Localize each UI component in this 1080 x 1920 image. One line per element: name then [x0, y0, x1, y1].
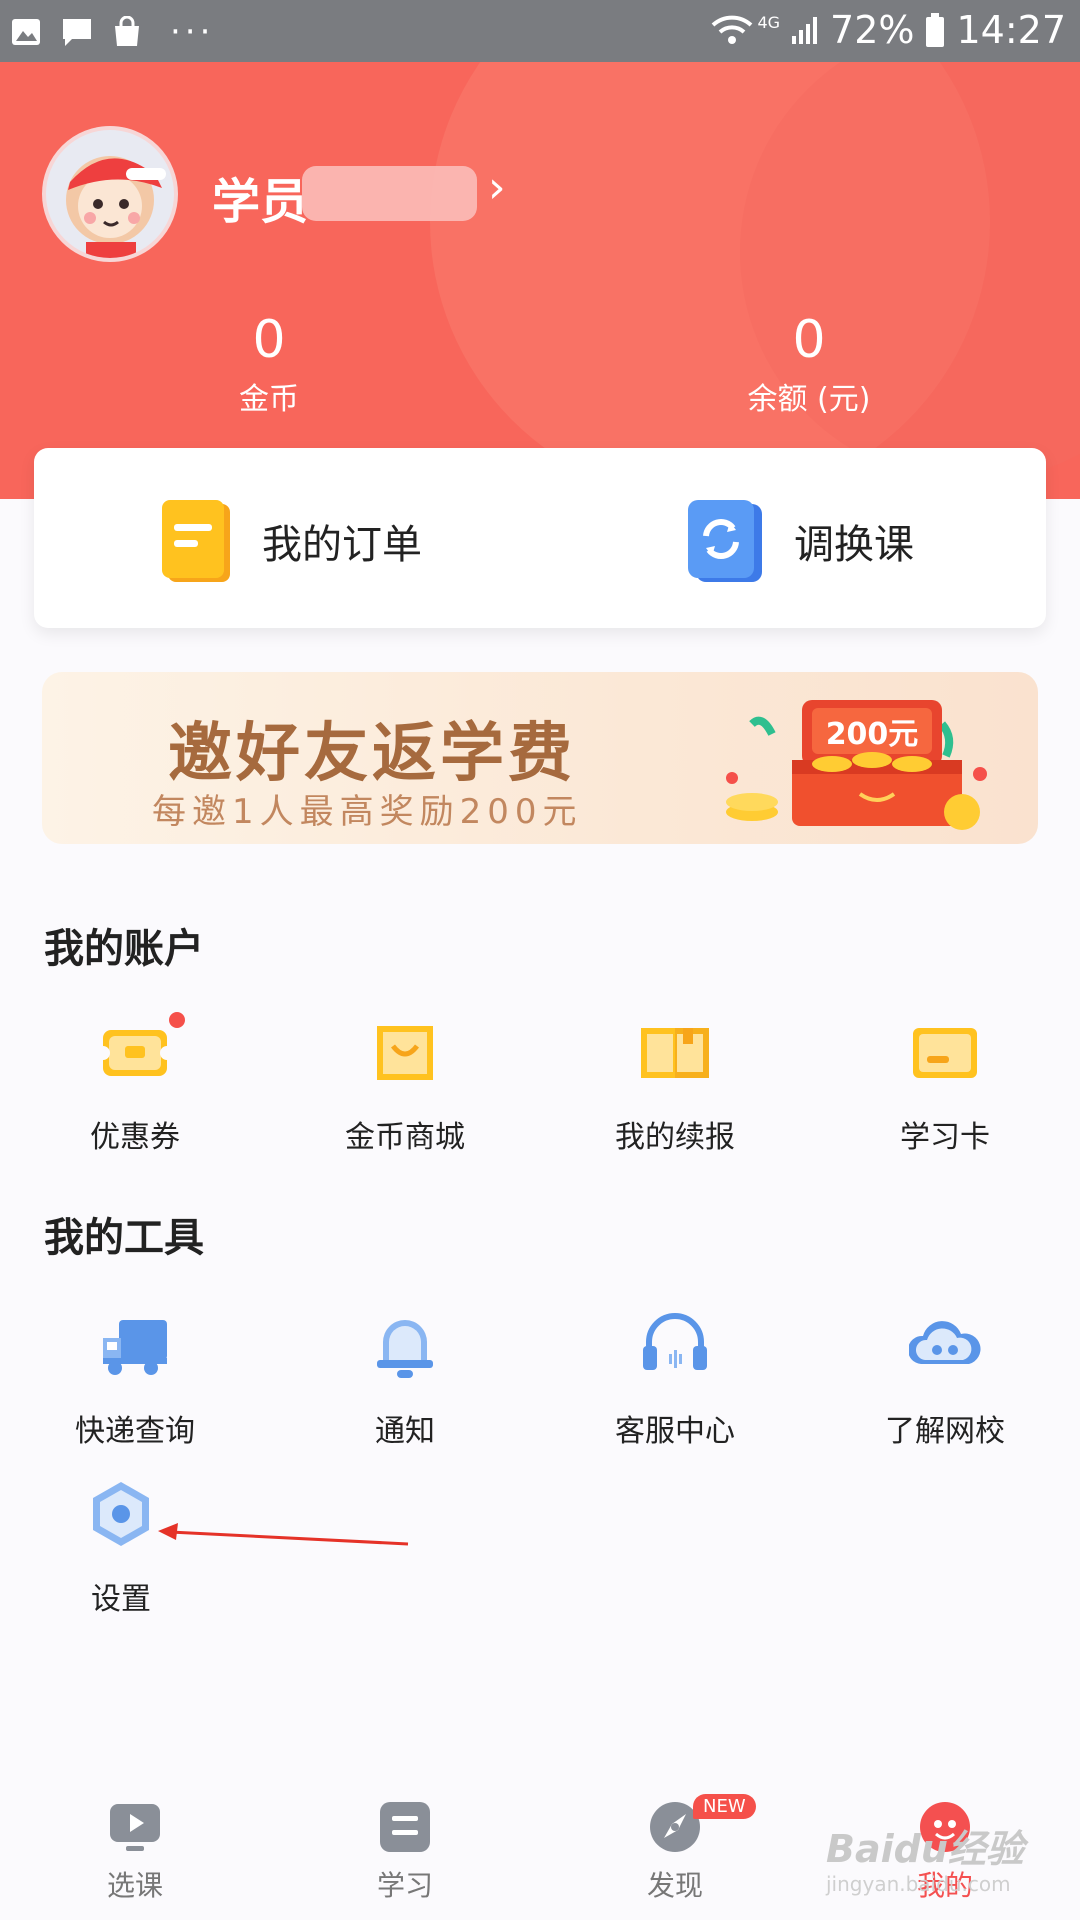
status-right: 4G 72% 14:27 — [711, 8, 1066, 52]
gallery-icon — [12, 19, 40, 45]
order-icon — [162, 500, 230, 582]
play-icon — [110, 1804, 160, 1851]
tab-discover[interactable]: NEW 发现 — [575, 1794, 775, 1904]
shopping-bag-status-icon — [115, 16, 139, 46]
tab-select-course[interactable]: 选课 — [35, 1800, 235, 1904]
customer-service-label: 客服中心 — [615, 1414, 735, 1449]
banner-title: 邀好友返学费 — [168, 717, 576, 791]
cloud-face-icon — [907, 1310, 981, 1382]
watermark-url: jingyan.baidu.com — [826, 1872, 1011, 1896]
tools-section-title: 我的工具 — [44, 1215, 204, 1261]
network-type: 4G — [757, 12, 781, 32]
notification-label: 通知 — [375, 1414, 435, 1449]
chevron-right-icon[interactable]: › — [488, 162, 506, 213]
battery-percent: 72% — [830, 8, 915, 52]
coupon-icon — [96, 1012, 185, 1088]
coins-value: 0 — [252, 310, 286, 370]
profile-header: 学员 › 0 金币 0 余额 (元) — [0, 62, 1080, 499]
settings-label: 设置 — [91, 1582, 151, 1617]
tab-label: 选课 — [106, 1869, 163, 1902]
coin-mall-label: 金币商城 — [345, 1120, 465, 1155]
invite-friends-banner[interactable]: 邀好友返学费 每邀1人最高奖励200元 200元 — [42, 672, 1038, 844]
cell-signal-icon — [792, 17, 818, 44]
clock: 14:27 — [956, 8, 1066, 52]
delivery-query-button[interactable]: 快递查询 — [0, 1310, 270, 1450]
new-badge: NEW — [693, 1794, 756, 1819]
battery-icon — [926, 13, 945, 47]
my-renewal-button[interactable]: 我的续报 — [540, 1016, 810, 1156]
monkey-mascot-icon — [66, 156, 166, 258]
swap-course-icon — [688, 500, 762, 582]
avatar[interactable] — [42, 126, 178, 262]
treasure-chest-icon: 200元 — [726, 700, 987, 830]
message-icon — [63, 19, 91, 46]
banner-badge: 200元 — [826, 717, 919, 752]
my-orders-button[interactable]: 我的订单 — [160, 498, 422, 584]
stat-coins[interactable]: 0 金币 — [144, 312, 394, 418]
balance-value: 0 — [792, 310, 826, 370]
tab-label: 学习 — [376, 1869, 433, 1902]
status-left: ··· — [10, 12, 214, 52]
book-icon — [639, 1016, 711, 1088]
account-section-title: 我的账户 — [44, 926, 204, 972]
banner-subtitle: 每邀1人最高奖励200元 — [152, 792, 583, 832]
username-prefix: 学员 — [212, 174, 309, 230]
settings-hexagon-icon — [85, 1478, 157, 1550]
stat-balance[interactable]: 0 余额 (元) — [684, 312, 934, 418]
my-orders-label: 我的订单 — [262, 522, 422, 568]
more-notifications-icon: ··· — [170, 12, 215, 52]
my-renewal-label: 我的续报 — [615, 1120, 735, 1155]
swap-course-label: 调换课 — [794, 522, 914, 568]
balance-label: 余额 (元) — [747, 382, 871, 417]
notification-button[interactable]: 通知 — [270, 1310, 540, 1450]
delivery-query-label: 快递查询 — [75, 1414, 195, 1449]
notification-dot — [169, 1012, 185, 1028]
about-school-label: 了解网校 — [885, 1414, 1005, 1449]
quick-actions-card: 我的订单 调换课 — [34, 448, 1046, 628]
tab-study[interactable]: 学习 — [305, 1800, 505, 1904]
coupon-label: 优惠券 — [90, 1120, 180, 1155]
study-card-button[interactable]: 学习卡 — [810, 1016, 1080, 1156]
coupon-button[interactable]: 优惠券 — [0, 1012, 270, 1156]
status-bar: ··· 4G 72% 14:27 — [0, 0, 1080, 62]
customer-service-button[interactable]: 客服中心 — [540, 1310, 810, 1450]
card-icon — [909, 1016, 981, 1088]
coins-label: 金币 — [239, 382, 299, 417]
coin-mall-button[interactable]: 金币商城 — [270, 1016, 540, 1156]
wifi-icon — [712, 15, 753, 44]
tab-label: 发现 — [646, 1869, 703, 1902]
shopping-bag-icon — [369, 1016, 441, 1088]
swap-course-button[interactable]: 调换课 — [686, 498, 914, 584]
watermark: Baidu经验 — [826, 1827, 1024, 1871]
settings-button[interactable]: 设置 — [0, 1478, 256, 1618]
study-card-label: 学习卡 — [900, 1120, 990, 1155]
redacted-username — [302, 166, 477, 221]
about-school-button[interactable]: 了解网校 — [810, 1310, 1080, 1450]
delivery-truck-icon — [99, 1310, 171, 1382]
username[interactable]: 学员 — [212, 162, 308, 232]
headset-icon — [639, 1310, 711, 1382]
study-icon — [380, 1802, 430, 1852]
bell-icon — [369, 1310, 441, 1382]
